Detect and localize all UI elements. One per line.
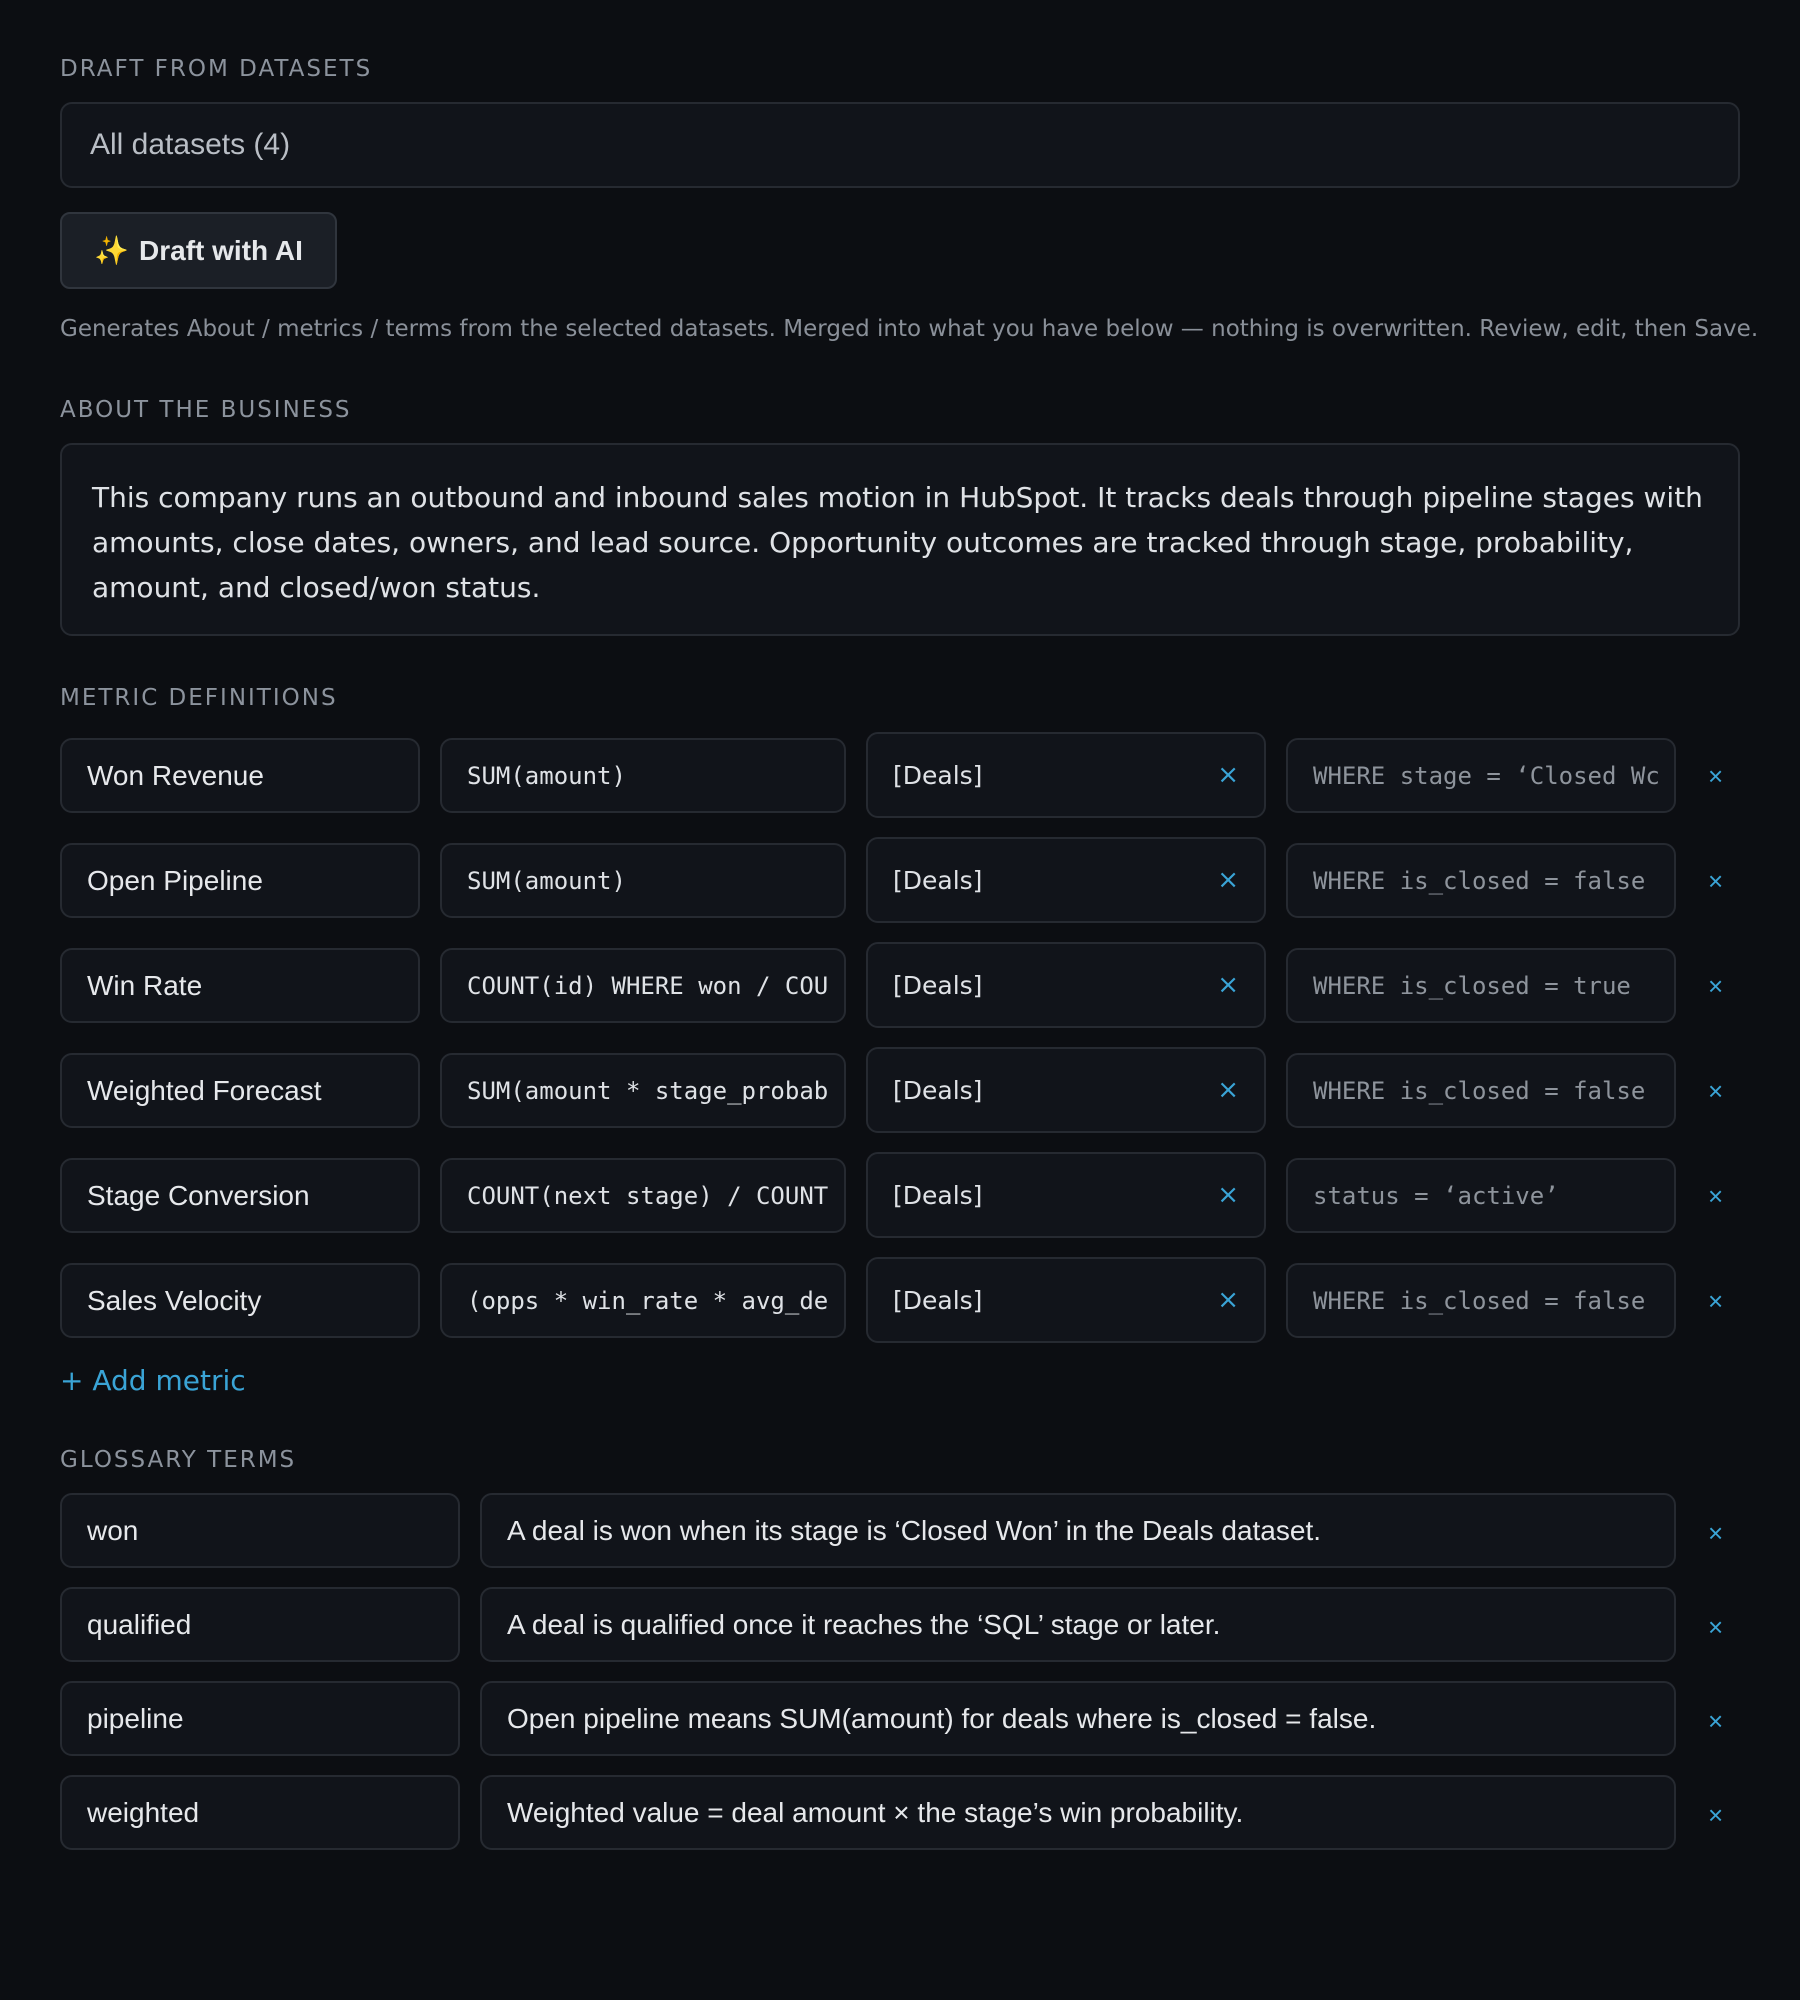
glossary-definition-input[interactable]: Open pipeline means SUM(amount) for deal… — [480, 1681, 1676, 1756]
metric-dataset-select[interactable]: [Deals] × — [866, 837, 1266, 923]
remove-term-icon[interactable]: × — [1708, 1520, 1723, 1546]
dataset-chip-label: [Deals] — [893, 865, 983, 895]
metric-expression-input[interactable]: SUM(amount * stage_probab — [440, 1053, 846, 1128]
about-section-label: ABOUT THE BUSINESS — [60, 397, 352, 423]
metric-dataset-select[interactable]: [Deals] × — [866, 1257, 1266, 1343]
metric-name-input[interactable]: Weighted Forecast — [60, 1053, 420, 1128]
remove-metric-icon[interactable]: × — [1708, 763, 1723, 789]
remove-dataset-icon[interactable]: × — [1217, 1182, 1239, 1208]
add-metric-button[interactable]: + Add metric — [60, 1364, 246, 1397]
metric-dataset-select[interactable]: [Deals] × — [866, 1047, 1266, 1133]
glossary-section-label: GLOSSARY TERMS — [60, 1447, 297, 1473]
remove-metric-icon[interactable]: × — [1708, 1078, 1723, 1104]
remove-term-icon[interactable]: × — [1708, 1708, 1723, 1734]
metrics-section-label: METRIC DEFINITIONS — [60, 685, 338, 711]
glossary-term-input[interactable]: won — [60, 1493, 460, 1568]
metric-filter-input[interactable]: WHERE stage = ‘Closed Wc — [1286, 738, 1676, 813]
remove-term-icon[interactable]: × — [1708, 1802, 1723, 1828]
metric-filter-input[interactable]: WHERE is_closed = false — [1286, 843, 1676, 918]
metric-name-input[interactable]: Stage Conversion — [60, 1158, 420, 1233]
draft-with-ai-label: Draft with AI — [139, 234, 303, 266]
dataset-chip-label: [Deals] — [893, 1075, 983, 1105]
glossary-term-input[interactable]: pipeline — [60, 1681, 460, 1756]
dataset-chip-label: [Deals] — [893, 1285, 983, 1315]
metric-dataset-select[interactable]: [Deals] × — [866, 1152, 1266, 1238]
metric-name-input[interactable]: Sales Velocity — [60, 1263, 420, 1338]
metric-filter-input[interactable]: WHERE is_closed = false — [1286, 1053, 1676, 1128]
metric-expression-input[interactable]: SUM(amount) — [440, 843, 846, 918]
remove-term-icon[interactable]: × — [1708, 1614, 1723, 1640]
remove-dataset-icon[interactable]: × — [1217, 972, 1239, 998]
metric-expression-input[interactable]: SUM(amount) — [440, 738, 846, 813]
glossary-term-input[interactable]: qualified — [60, 1587, 460, 1662]
metric-name-input[interactable]: Open Pipeline — [60, 843, 420, 918]
dataset-chip-label: [Deals] — [893, 1180, 983, 1210]
dataset-chip-label: [Deals] — [893, 760, 983, 790]
glossary-definition-input[interactable]: A deal is qualified once it reaches the … — [480, 1587, 1676, 1662]
remove-dataset-icon[interactable]: × — [1217, 762, 1239, 788]
about-textarea[interactable]: This company runs an outbound and inboun… — [60, 443, 1740, 636]
dataset-select[interactable]: All datasets (4) — [60, 102, 1740, 188]
metric-expression-input[interactable]: (opps * win_rate * avg_de — [440, 1263, 846, 1338]
metric-name-input[interactable]: Win Rate — [60, 948, 420, 1023]
glossary-definition-input[interactable]: A deal is won when its stage is ‘Closed … — [480, 1493, 1676, 1568]
remove-metric-icon[interactable]: × — [1708, 1288, 1723, 1314]
metric-dataset-select[interactable]: [Deals] × — [866, 942, 1266, 1028]
metric-dataset-select[interactable]: [Deals] × — [866, 732, 1266, 818]
glossary-term-input[interactable]: weighted — [60, 1775, 460, 1850]
metric-expression-input[interactable]: COUNT(id) WHERE won / COU — [440, 948, 846, 1023]
remove-metric-icon[interactable]: × — [1708, 973, 1723, 999]
metric-name-input[interactable]: Won Revenue — [60, 738, 420, 813]
remove-metric-icon[interactable]: × — [1708, 868, 1723, 894]
metric-expression-input[interactable]: COUNT(next stage) / COUNT — [440, 1158, 846, 1233]
draft-with-ai-button[interactable]: ✨ Draft with AI — [60, 212, 337, 289]
dataset-chip-label: [Deals] — [893, 970, 983, 1000]
glossary-definition-input[interactable]: Weighted value = deal amount × the stage… — [480, 1775, 1676, 1850]
metric-filter-input[interactable]: WHERE is_closed = false — [1286, 1263, 1676, 1338]
remove-metric-icon[interactable]: × — [1708, 1183, 1723, 1209]
remove-dataset-icon[interactable]: × — [1217, 1287, 1239, 1313]
remove-dataset-icon[interactable]: × — [1217, 1077, 1239, 1103]
context-editor: DRAFT FROM DATASETS All datasets (4) ✨ D… — [0, 0, 1800, 2000]
metric-filter-input[interactable]: WHERE is_closed = true — [1286, 948, 1676, 1023]
draft-helper-text: Generates About / metrics / terms from t… — [60, 316, 1759, 342]
metric-filter-input[interactable]: status = ‘active’ — [1286, 1158, 1676, 1233]
draft-section-label: DRAFT FROM DATASETS — [60, 56, 373, 82]
sparkle-icon: ✨ — [94, 235, 130, 266]
remove-dataset-icon[interactable]: × — [1217, 867, 1239, 893]
